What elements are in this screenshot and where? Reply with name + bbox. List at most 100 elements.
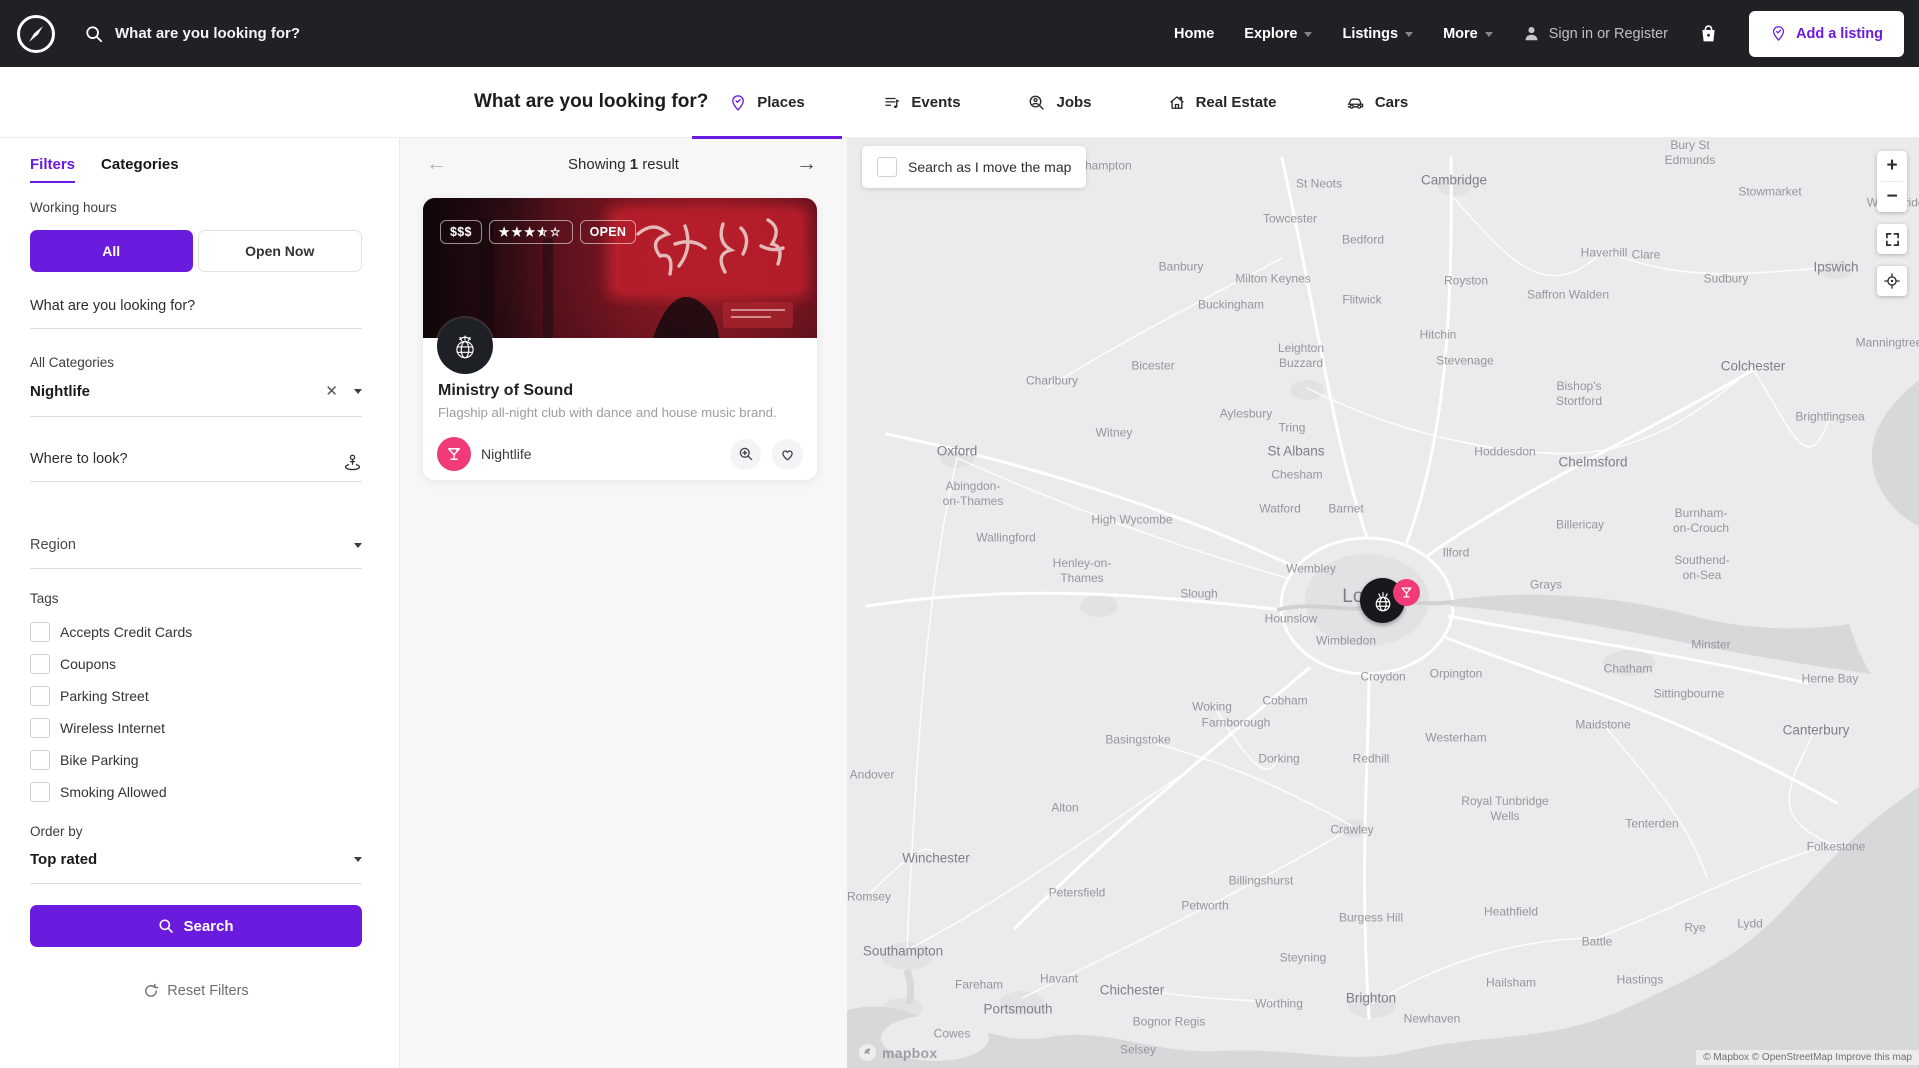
tag-bike-parking[interactable]: Bike Parking [30,750,139,770]
location-input[interactable] [30,443,343,481]
pin-icon [1770,25,1787,42]
next-page-arrow[interactable]: → [796,153,817,174]
nav-link-more[interactable]: More [1443,26,1493,42]
tag-smoking-allowed[interactable]: Smoking Allowed [30,782,167,802]
keyword-input[interactable] [30,290,362,329]
tab-places[interactable]: Places [692,67,842,138]
listing-footer: Nightlife [437,436,803,472]
working-hours-label: Working hours [30,200,362,215]
results-panel: ← Showing 1 result → [400,138,847,1068]
sign-in-link[interactable]: Sign in or Register [1523,25,1668,42]
tab-events[interactable]: Events [858,67,986,138]
map-panel[interactable]: NorthamptonBury St EdmundsCambridgeStowm… [847,138,1919,1068]
filters-sidebar: Filters Categories Working hours All Ope… [0,138,400,1068]
tag-accepts-credit-cards[interactable]: Accepts Credit Cards [30,622,192,642]
order-by-value: Top rated [30,851,97,868]
tab-cars[interactable]: Cars [1318,67,1436,138]
map-attribution[interactable]: © Mapbox © OpenStreetMap Improve this ma… [1696,1050,1919,1065]
listing-photo [423,198,817,338]
sidebar-tabs: Filters Categories [30,156,362,183]
nav-link-explore[interactable]: Explore [1244,26,1312,42]
open-status-badge: OPEN [580,220,637,244]
chevron-down-icon [1405,32,1413,37]
region-select[interactable]: Region [30,531,362,569]
nav-link-listings[interactable]: Listings [1342,26,1413,42]
events-playlist-icon [883,94,901,112]
hours-option-open-now[interactable]: Open Now [198,230,363,272]
checkbox[interactable] [30,782,50,802]
tag-coupons[interactable]: Coupons [30,654,116,674]
search-icon [85,25,103,43]
house-icon [1168,94,1186,112]
chevron-down-icon [1304,32,1312,37]
chevron-down-icon [354,857,362,862]
checkbox[interactable] [30,622,50,642]
user-icon [1523,25,1540,42]
nightlife-marker-badge[interactable] [1393,579,1420,606]
sidebar-tab-filters[interactable]: Filters [30,156,75,183]
brand-compass-logo[interactable] [15,13,57,55]
chevron-down-icon [354,543,362,548]
navbar-menu: Home Explore Listings More Sign in or Re… [1174,11,1919,57]
chevron-down-icon [354,389,362,394]
search-icon [158,918,174,934]
content: Filters Categories Working hours All Ope… [0,138,1919,1068]
refresh-icon [143,983,159,999]
checkbox[interactable] [30,654,50,674]
checkbox[interactable] [30,718,50,738]
listing-title: Ministry of Sound [438,382,573,400]
chevron-down-icon [1485,32,1493,37]
tab-real-estate[interactable]: Real Estate [1142,67,1302,138]
zoom-in-icon [738,446,754,462]
listing-logo-avatar [437,318,493,374]
map-locate-button[interactable] [1877,266,1907,296]
tags-label: Tags [30,591,362,606]
near-me-icon[interactable] [343,452,362,473]
search-as-move-toggle[interactable]: Search as I move the map [862,146,1086,188]
checkbox[interactable] [877,157,897,177]
page: Home Explore Listings More Sign in or Re… [0,0,1919,1068]
sidebar-tab-categories[interactable]: Categories [101,156,179,183]
reset-filters-button[interactable]: Reset Filters [30,983,362,999]
category-label: All Categories [30,355,362,370]
navbar-search-input[interactable] [115,25,535,42]
page-title: What are you looking for? [474,91,708,113]
listing-description: Flagship all-night club with dance and h… [438,405,810,420]
map-zoom-in-button[interactable]: + [1877,151,1907,181]
tab-jobs[interactable]: Jobs [1004,67,1116,138]
search-type-header: What are you looking for? Places Events … [0,67,1919,138]
add-listing-button[interactable]: Add a listing [1749,11,1904,57]
locate-icon [1884,273,1900,289]
map-zoom-out-button[interactable]: − [1877,182,1907,212]
tag-wireless-internet[interactable]: Wireless Internet [30,718,165,738]
navbar-search [85,25,535,43]
hours-toggle: All Open Now [30,230,362,272]
checkbox[interactable] [30,686,50,706]
map-fullscreen-button[interactable] [1877,224,1907,254]
fullscreen-icon [1885,232,1900,247]
hours-option-all[interactable]: All [30,230,193,272]
car-icon [1346,93,1365,112]
tag-parking-street[interactable]: Parking Street [30,686,149,706]
order-by-select[interactable]: Top rated [30,845,362,884]
nightlife-category-icon[interactable] [437,437,471,471]
star-rating: ☆☆☆☆☆★★★★★ [499,226,563,238]
zoom-to-listing-button[interactable] [730,439,761,470]
cart-icon[interactable] [1698,23,1719,44]
heart-icon [779,446,796,463]
checkbox[interactable] [30,750,50,770]
jobs-search-icon [1028,94,1046,112]
mapbox-logo[interactable]: mapbox [858,1043,937,1062]
category-select[interactable]: Nightlife ✕ [30,376,362,417]
price-range-badge: $$$ [440,220,482,244]
listing-category-label[interactable]: Nightlife [481,446,532,462]
listing-badges: $$$ ☆☆☆☆☆★★★★★ OPEN [440,220,636,244]
top-navbar: Home Explore Listings More Sign in or Re… [0,0,1919,67]
search-button[interactable]: Search [30,905,362,947]
favorite-button[interactable] [772,439,803,470]
clear-category-icon[interactable]: ✕ [323,382,340,401]
results-count: Showing 1 result [400,156,847,173]
region-placeholder: Region [30,537,76,553]
nav-link-home[interactable]: Home [1174,26,1214,42]
listing-card[interactable]: $$$ ☆☆☆☆☆★★★★★ OPEN [423,198,817,480]
